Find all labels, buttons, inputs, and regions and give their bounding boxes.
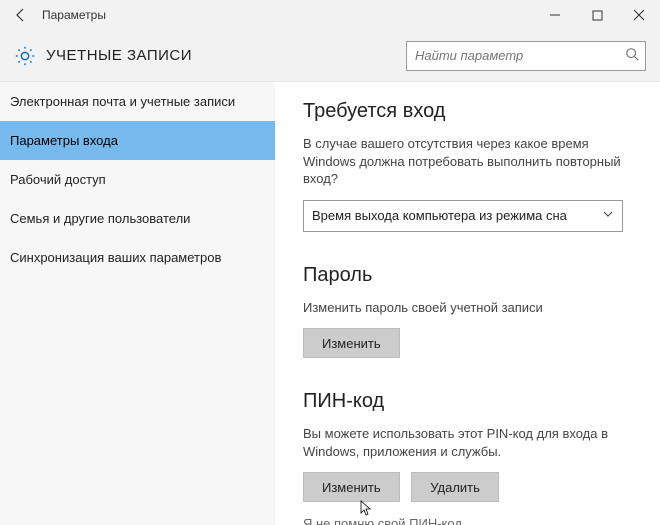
sidebar-item-signin-options[interactable]: Параметры входа xyxy=(0,121,275,160)
section-description: Изменить пароль своей учетной записи xyxy=(303,299,640,317)
button-label: Изменить xyxy=(322,480,381,495)
search-box[interactable] xyxy=(406,41,646,71)
window-controls xyxy=(534,0,660,30)
section-password: Пароль Изменить пароль своей учетной зап… xyxy=(303,264,640,359)
button-label: Удалить xyxy=(430,480,480,495)
section-require-signin: Требуется вход В случае вашего отсутстви… xyxy=(303,100,640,232)
section-description: В случае вашего отсутствия через какое в… xyxy=(303,135,640,188)
section-heading: Требуется вход xyxy=(303,100,640,123)
sidebar-item-email-accounts[interactable]: Электронная почта и учетные записи xyxy=(0,82,275,121)
sidebar-item-family[interactable]: Семья и другие пользователи xyxy=(0,199,275,238)
dropdown-value: Время выхода компьютера из режима сна xyxy=(312,208,567,223)
window-title: Параметры xyxy=(42,8,106,22)
remove-pin-button[interactable]: Удалить xyxy=(411,472,499,502)
section-pin: ПИН-код Вы можете использовать этот PIN-… xyxy=(303,390,640,525)
sidebar-item-label: Параметры входа xyxy=(10,133,118,148)
sidebar-item-sync[interactable]: Синхронизация ваших параметров xyxy=(0,238,275,277)
gear-icon xyxy=(14,45,36,67)
sidebar: Электронная почта и учетные записи Парам… xyxy=(0,82,275,525)
search-icon xyxy=(625,47,639,64)
forgot-pin-link[interactable]: Я не помню свой ПИН-код xyxy=(303,516,640,525)
button-label: Изменить xyxy=(322,336,381,351)
link-label: Я не помню свой ПИН-код xyxy=(303,516,462,525)
maximize-button[interactable] xyxy=(576,0,618,30)
sidebar-item-label: Рабочий доступ xyxy=(10,172,106,187)
section-description: Вы можете использовать этот PIN-код для … xyxy=(303,425,640,460)
titlebar: Параметры xyxy=(0,0,660,30)
sidebar-item-label: Электронная почта и учетные записи xyxy=(10,94,235,109)
back-button[interactable] xyxy=(6,0,36,30)
sidebar-item-label: Семья и другие пользователи xyxy=(10,211,190,226)
header: УЧЕТНЫЕ ЗАПИСИ xyxy=(0,30,660,82)
content: Электронная почта и учетные записи Парам… xyxy=(0,82,660,525)
chevron-down-icon xyxy=(602,208,614,223)
minimize-button[interactable] xyxy=(534,0,576,30)
page-title: УЧЕТНЫЕ ЗАПИСИ xyxy=(46,47,192,64)
require-signin-dropdown[interactable]: Время выхода компьютера из режима сна xyxy=(303,200,623,232)
change-pin-button[interactable]: Изменить xyxy=(303,472,400,502)
change-password-button[interactable]: Изменить xyxy=(303,328,400,358)
section-heading: Пароль xyxy=(303,264,640,287)
search-input[interactable] xyxy=(415,48,625,63)
sidebar-item-label: Синхронизация ваших параметров xyxy=(10,250,221,265)
close-button[interactable] xyxy=(618,0,660,30)
sidebar-item-work-access[interactable]: Рабочий доступ xyxy=(0,160,275,199)
main-panel: Требуется вход В случае вашего отсутстви… xyxy=(275,82,660,525)
section-heading: ПИН-код xyxy=(303,390,640,413)
